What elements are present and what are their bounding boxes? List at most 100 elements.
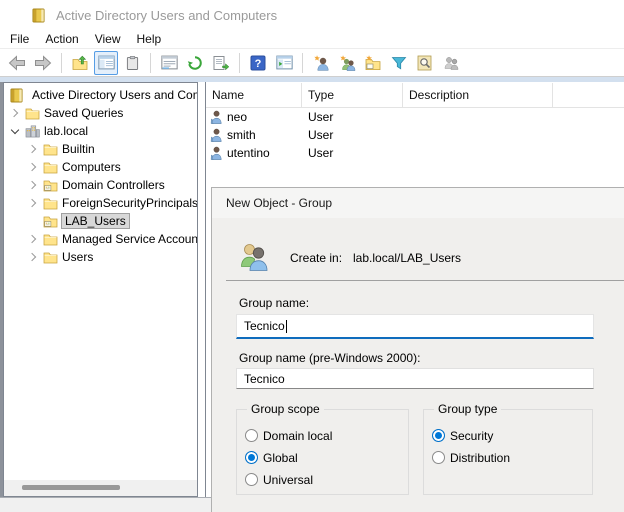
chevron-right-icon[interactable] <box>24 146 42 152</box>
tree-item-domain-controllers[interactable]: Domain Controllers <box>4 176 197 194</box>
tree-item-saved-queries[interactable]: Saved Queries <box>4 104 197 122</box>
folder-icon <box>42 249 58 265</box>
scrollbar-thumb[interactable] <box>22 485 120 490</box>
group-name-text: Tecnico <box>244 319 285 333</box>
chevron-right-icon[interactable] <box>24 236 42 242</box>
tree-item-label: Active Directory Users and Computers <box>32 88 197 102</box>
user-icon <box>209 110 223 124</box>
tree-item-users[interactable]: Users <box>4 248 197 266</box>
tree-item-computers[interactable]: Computers <box>4 158 197 176</box>
group-name-input[interactable]: Tecnico <box>236 314 594 339</box>
forward-button[interactable] <box>31 51 55 75</box>
menu-action[interactable]: Action <box>37 30 86 48</box>
chevron-right-icon[interactable] <box>24 164 42 170</box>
new-organizational-unit-button[interactable] <box>361 51 385 75</box>
group-scope-legend: Group scope <box>247 402 324 416</box>
pre-windows-2000-label: Group name (pre-Windows 2000): <box>239 351 420 365</box>
export-list-button[interactable] <box>209 51 233 75</box>
tree-item-foreignsecurityprincipals[interactable]: ForeignSecurityPrincipals <box>4 194 197 212</box>
properties-button[interactable] <box>157 51 181 75</box>
create-in-row: Create in: lab.local/LAB_Users <box>290 251 461 265</box>
horizontal-scrollbar[interactable] <box>4 480 197 496</box>
tree-item-label: Managed Service Accounts <box>62 232 197 246</box>
security-radio-button[interactable] <box>432 429 445 442</box>
new-user-button[interactable] <box>309 51 333 75</box>
tree-item-label: Saved Queries <box>44 106 123 120</box>
help-button[interactable]: ? <box>246 51 270 75</box>
chevron-right-icon[interactable] <box>24 182 42 188</box>
window-title: Active Directory Users and Computers <box>56 8 277 23</box>
tree-item-active-directory-users-and-computers[interactable]: Active Directory Users and Computers <box>4 86 197 104</box>
chevron-right-icon[interactable] <box>6 110 24 116</box>
domain-icon <box>24 123 40 139</box>
domain-local-radio-button[interactable] <box>245 429 258 442</box>
list-item-smith[interactable]: smithUser <box>206 126 624 144</box>
refresh-button[interactable] <box>183 51 207 75</box>
column-header-type[interactable]: Type <box>302 83 403 107</box>
directory-tree: Active Directory Users and Computers Save… <box>4 83 197 266</box>
distribution-radio-button[interactable] <box>432 451 445 464</box>
folder-icon <box>42 231 58 247</box>
radio-option-universal[interactable]: Universal <box>245 469 404 490</box>
group-type-options: Security Distribution <box>432 425 588 469</box>
app-window: Active Directory Users and Computers Fil… <box>0 0 624 512</box>
console-view-button[interactable] <box>272 51 296 75</box>
column-header-description[interactable]: Description <box>403 83 553 107</box>
menu-file[interactable]: File <box>2 30 37 48</box>
list-item-utentino[interactable]: utentinoUser <box>206 144 624 162</box>
delegation-button[interactable] <box>439 51 463 75</box>
tree-item-lab-users[interactable]: LAB_Users <box>4 212 197 230</box>
new-group-button[interactable] <box>335 51 359 75</box>
dialog-title-bar[interactable]: New Object - Group <box>212 188 624 218</box>
chevron-right-icon[interactable] <box>24 254 42 260</box>
universal-radio-button[interactable] <box>245 473 258 486</box>
radio-label: Security <box>450 429 493 443</box>
find-button[interactable] <box>413 51 437 75</box>
paste-button[interactable] <box>120 51 144 75</box>
create-in-value: lab.local/LAB_Users <box>353 251 461 265</box>
group-scope-fieldset: Group scope Domain localGlobalUniversal <box>236 409 409 495</box>
list-header: Name Type Description <box>206 83 624 108</box>
user-icon <box>209 146 223 160</box>
tree-item-label: Users <box>62 250 93 264</box>
radio-option-global[interactable]: Global <box>245 447 404 468</box>
object-type: User <box>302 146 403 160</box>
console-app-icon <box>30 7 46 23</box>
up-one-level-button[interactable] <box>68 51 92 75</box>
object-type: User <box>302 128 403 142</box>
chevron-right-icon[interactable] <box>24 200 42 206</box>
menu-view[interactable]: View <box>87 30 129 48</box>
filter-button[interactable] <box>387 51 411 75</box>
console-icon <box>8 87 24 103</box>
column-header-name[interactable]: Name <box>206 83 302 107</box>
pre-windows-2000-input[interactable]: Tecnico <box>236 368 594 389</box>
radio-option-distribution[interactable]: Distribution <box>432 447 588 468</box>
toolbar-separator <box>302 53 303 73</box>
tree-item-builtin[interactable]: Builtin <box>4 140 197 158</box>
toolbar: ? <box>0 48 624 76</box>
radio-label: Universal <box>263 473 313 487</box>
tree-item-label: lab.local <box>44 124 88 138</box>
toolbar-separator <box>150 53 151 73</box>
global-radio-button[interactable] <box>245 451 258 464</box>
svg-text:?: ? <box>255 58 262 70</box>
radio-option-security[interactable]: Security <box>432 425 588 446</box>
toolbar-separator <box>61 53 62 73</box>
dialog-body: Create in: lab.local/LAB_Users Group nam… <box>212 218 624 512</box>
chevron-down-icon[interactable] <box>6 129 24 133</box>
list-item-neo[interactable]: neoUser <box>206 108 624 126</box>
menu-help[interactable]: Help <box>129 30 170 48</box>
text-caret <box>286 320 287 333</box>
console-tree-pane: Active Directory Users and Computers Save… <box>3 82 198 497</box>
back-button[interactable] <box>5 51 29 75</box>
show-console-tree-button[interactable] <box>94 51 118 75</box>
folder-icon <box>42 195 58 211</box>
radio-label: Domain local <box>263 429 332 443</box>
radio-option-domain-local[interactable]: Domain local <box>245 425 404 446</box>
title-bar[interactable]: Active Directory Users and Computers <box>0 0 624 30</box>
ou-folder-icon <box>42 177 58 193</box>
tree-item-label: ForeignSecurityPrincipals <box>62 196 197 210</box>
tree-item-managed-service-accounts[interactable]: Managed Service Accounts <box>4 230 197 248</box>
tree-item-lab-local[interactable]: lab.local <box>4 122 197 140</box>
ou-folder-icon <box>42 213 58 229</box>
